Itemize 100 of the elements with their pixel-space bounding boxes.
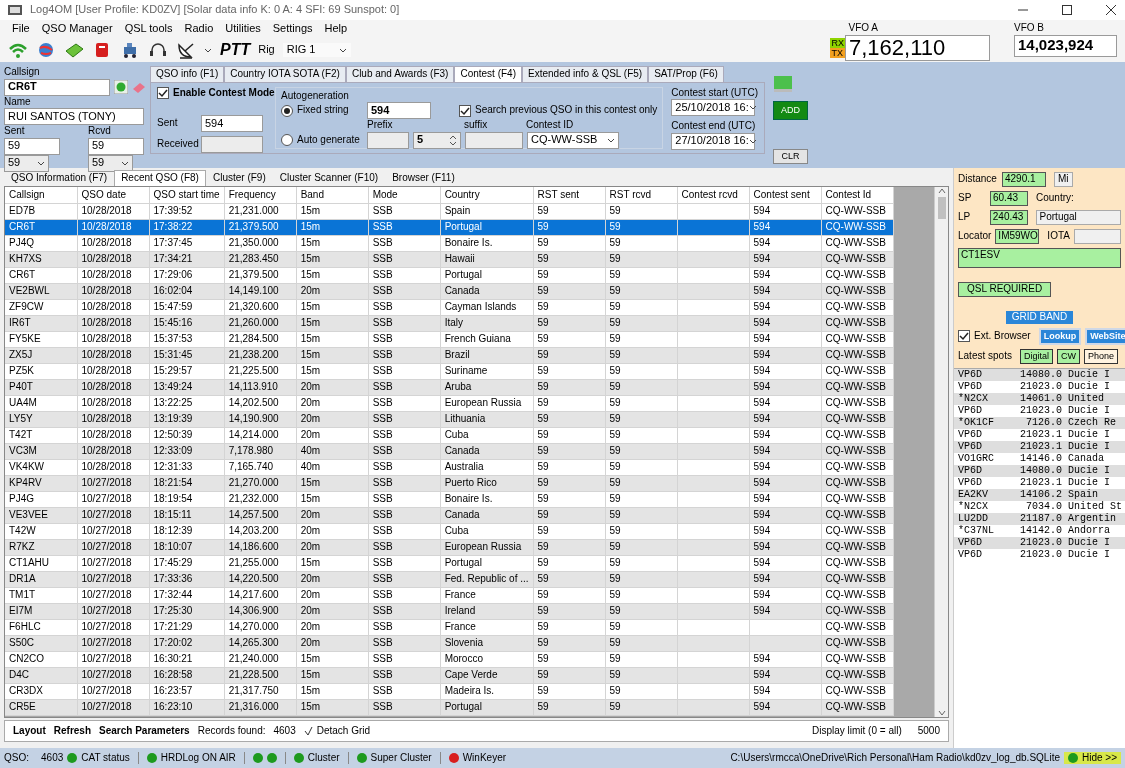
column-header[interactable]: QSO start time <box>149 187 225 203</box>
prefix-field[interactable] <box>367 131 409 149</box>
tab[interactable]: Country IOTA SOTA (F2) <box>224 66 346 82</box>
unit-button[interactable]: Mi <box>1054 172 1073 187</box>
radio-button[interactable] <box>281 134 293 146</box>
column-header[interactable]: Band <box>296 187 369 203</box>
table-row[interactable]: T42T 10/28/2018 12:50:39 14,214.000 20m SSB Cuba 59 59 594 CQ-WW-SSB <box>5 427 894 443</box>
callsign-field[interactable]: CR6T <box>4 78 110 96</box>
table-row[interactable]: T42W 10/27/2018 18:12:39 14,203.200 20m SSB Cuba 59 59 594 CQ-WW-SSB <box>5 523 894 539</box>
column-header[interactable]: Mode <box>368 187 441 203</box>
filter-button[interactable]: Digital <box>1019 348 1053 364</box>
spot-row[interactable]: VP6D 21023.0 Ducie I <box>954 405 1125 417</box>
table-row[interactable]: CT1AHU 10/27/2018 17:45:29 21,255.000 15m SSB Portugal 59 59 594 CQ-WW-SSB <box>5 555 894 571</box>
column-header[interactable]: RST rcvd <box>605 187 678 203</box>
spot-row[interactable]: VP6D 21023.0 Ducie I <box>954 549 1125 561</box>
table-row[interactable]: CR6T 10/28/2018 17:29:06 21,379.500 15m SSB Portugal 59 59 594 CQ-WW-SSB <box>5 267 894 283</box>
scroll-down-icon[interactable] <box>937 709 946 717</box>
table-row[interactable]: UA4M 10/28/2018 13:22:25 14,202.500 20m SSB European Russia 59 59 594 CQ-WW-SSB <box>5 395 894 411</box>
satellite-dish-icon[interactable] <box>176 41 196 59</box>
globe-icon[interactable] <box>114 80 128 94</box>
hide-button[interactable]: Hide >> <box>1063 751 1121 765</box>
checkbox[interactable] <box>459 104 471 117</box>
vfo-b-frequency[interactable]: 14,023,924 <box>1014 34 1117 57</box>
spot-row[interactable]: *N2CX 14061.0 United <box>954 393 1125 405</box>
globe-icon[interactable] <box>36 41 56 59</box>
column-header[interactable]: Contest sent <box>749 187 822 203</box>
layout-button[interactable]: Layout <box>13 724 46 738</box>
spot-row[interactable]: EA2KV 14106.2 Spain <box>954 489 1125 501</box>
column-header[interactable]: Frequency <box>224 187 297 203</box>
detach-grid-button[interactable]: Detach Grid <box>303 724 371 738</box>
column-header[interactable]: Contest Id <box>821 187 894 203</box>
search-parameters-button[interactable]: Search Parameters <box>99 724 190 738</box>
tab[interactable]: QSO Information (F7) <box>4 170 115 186</box>
table-row[interactable]: F6HLC 10/27/2018 17:21:29 14,270.000 20m SSB France 59 59 CQ-WW-SSB <box>5 619 894 635</box>
received-field[interactable] <box>201 136 263 153</box>
sent-field[interactable]: 59 <box>4 137 60 155</box>
table-row[interactable]: CN2CO 10/27/2018 16:30:21 21,240.000 15m SSB Morocco 59 59 594 CQ-WW-SSB <box>5 651 894 667</box>
tab[interactable]: Cluster Scanner (F10) <box>272 170 386 186</box>
table-row[interactable]: TM1T 10/27/2018 17:32:44 14,217.600 20m SSB France 59 59 594 CQ-WW-SSB <box>5 587 894 603</box>
sent-field[interactable]: 594 <box>201 115 263 132</box>
headset-icon[interactable] <box>148 41 168 59</box>
rcvd-field[interactable]: 59 <box>88 137 144 155</box>
spot-row[interactable]: VP6D 14080.0 Ducie I <box>954 369 1125 381</box>
rig-select[interactable]: RIG 1 <box>282 43 352 57</box>
name-field[interactable]: RUI SANTOS (TONY) <box>4 108 144 125</box>
spot-row[interactable]: VP6D 21023.0 Ducie I <box>954 537 1125 549</box>
maximize-icon[interactable] <box>1061 4 1073 16</box>
table-row[interactable]: PZ5K 10/28/2018 15:29:57 21,225.500 15m SSB Suriname 59 59 594 CQ-WW-SSB <box>5 363 894 379</box>
spot-row[interactable]: VP6D 21023.1 Ducie I <box>954 441 1125 453</box>
menu-item[interactable]: QSO Manager <box>35 21 119 37</box>
tab[interactable]: QSO info (F1) <box>150 66 225 82</box>
wifi-icon[interactable] <box>8 41 28 59</box>
table-row[interactable]: PJ4G 10/27/2018 18:19:54 21,232.000 15m SSB Bonaire Is. 59 59 594 CQ-WW-SSB <box>5 491 894 507</box>
spot-row[interactable]: LU2DD 21187.0 Argentin <box>954 513 1125 525</box>
table-row[interactable]: ZF9CW 10/28/2018 15:47:59 21,320.600 15m SSB Cayman Islands 59 59 594 CQ-WW-SSB <box>5 299 894 315</box>
menu-item[interactable]: Settings <box>266 21 319 37</box>
radio-button[interactable] <box>281 104 293 117</box>
lookup-button[interactable]: Lookup <box>1038 327 1082 345</box>
column-header[interactable]: Contest rcvd <box>677 187 750 203</box>
clear-button[interactable]: CLR <box>773 148 808 164</box>
menu-item[interactable]: Utilities <box>219 21 267 37</box>
scrollbar[interactable] <box>934 187 948 717</box>
ptt-label[interactable]: PTT <box>220 40 251 60</box>
menu-item[interactable]: File <box>6 21 36 37</box>
menu-item[interactable]: Radio <box>178 21 220 37</box>
checkbox[interactable] <box>958 330 970 343</box>
spot-row[interactable]: *OK1CF 7126.0 Czech Re <box>954 417 1125 429</box>
scroll-thumb[interactable] <box>937 197 946 219</box>
spot-row[interactable]: *C37NL 14142.0 Andorra <box>954 525 1125 537</box>
display-limit-field[interactable]: 5000 <box>917 724 940 738</box>
menu-item[interactable]: QSL tools <box>118 21 179 37</box>
refresh-button[interactable]: Refresh <box>53 724 92 738</box>
column-header[interactable]: QSO date <box>77 187 149 203</box>
filter-button[interactable]: CW <box>1056 348 1080 364</box>
suffix-field[interactable] <box>465 131 523 149</box>
number-spinner[interactable]: 5 <box>413 131 461 149</box>
tab[interactable]: SAT/Prop (F6) <box>648 66 724 82</box>
tab[interactable]: Club and Awards (F3) <box>345 66 455 82</box>
column-header[interactable]: Callsign <box>5 187 77 203</box>
tab[interactable]: Extended info & QSL (F5) <box>522 66 649 82</box>
tab[interactable]: Cluster (F9) <box>205 170 273 186</box>
table-row[interactable]: CR3DX 10/27/2018 16:23:57 21,317.750 15m SSB Madeira Is. 59 59 594 CQ-WW-SSB <box>5 683 894 699</box>
table-row[interactable]: FY5KE 10/28/2018 15:37:53 21,284.500 15m SSB French Guiana 59 59 594 CQ-WW-SSB <box>5 331 894 347</box>
contest-id-select[interactable]: CQ-WW-SSB <box>527 131 619 149</box>
spot-row[interactable]: VP6D 14080.0 Ducie I <box>954 465 1125 477</box>
table-row[interactable]: PJ4Q 10/28/2018 17:37:45 21,350.000 15m SSB Bonaire Is. 59 59 594 CQ-WW-SSB <box>5 235 894 251</box>
column-header[interactable]: RST sent <box>533 187 606 203</box>
tab[interactable]: Contest (F4) <box>454 66 522 82</box>
table-row[interactable]: VK4KW 10/28/2018 12:31:33 7,165.740 40m SSB Australia 59 59 594 CQ-WW-SSB <box>5 459 894 475</box>
book-icon[interactable] <box>64 41 84 59</box>
spot-row[interactable]: VP6D 21023.1 Ducie I <box>954 429 1125 441</box>
spot-row[interactable]: VO1GRC 14146.0 Canada <box>954 453 1125 465</box>
tab[interactable]: Browser (F11) <box>385 170 462 186</box>
vfo-a-frequency[interactable]: 7,162,110 <box>845 34 990 61</box>
tab[interactable]: Recent QSO (F8) <box>114 170 206 186</box>
column-header[interactable]: Country <box>440 187 534 203</box>
spot-row[interactable]: VP6D 21023.1 Ducie I <box>954 477 1125 489</box>
checkbox[interactable] <box>157 86 169 99</box>
spot-row[interactable]: *N2CX 7034.0 United St <box>954 501 1125 513</box>
add-button[interactable]: ADD <box>773 101 808 121</box>
